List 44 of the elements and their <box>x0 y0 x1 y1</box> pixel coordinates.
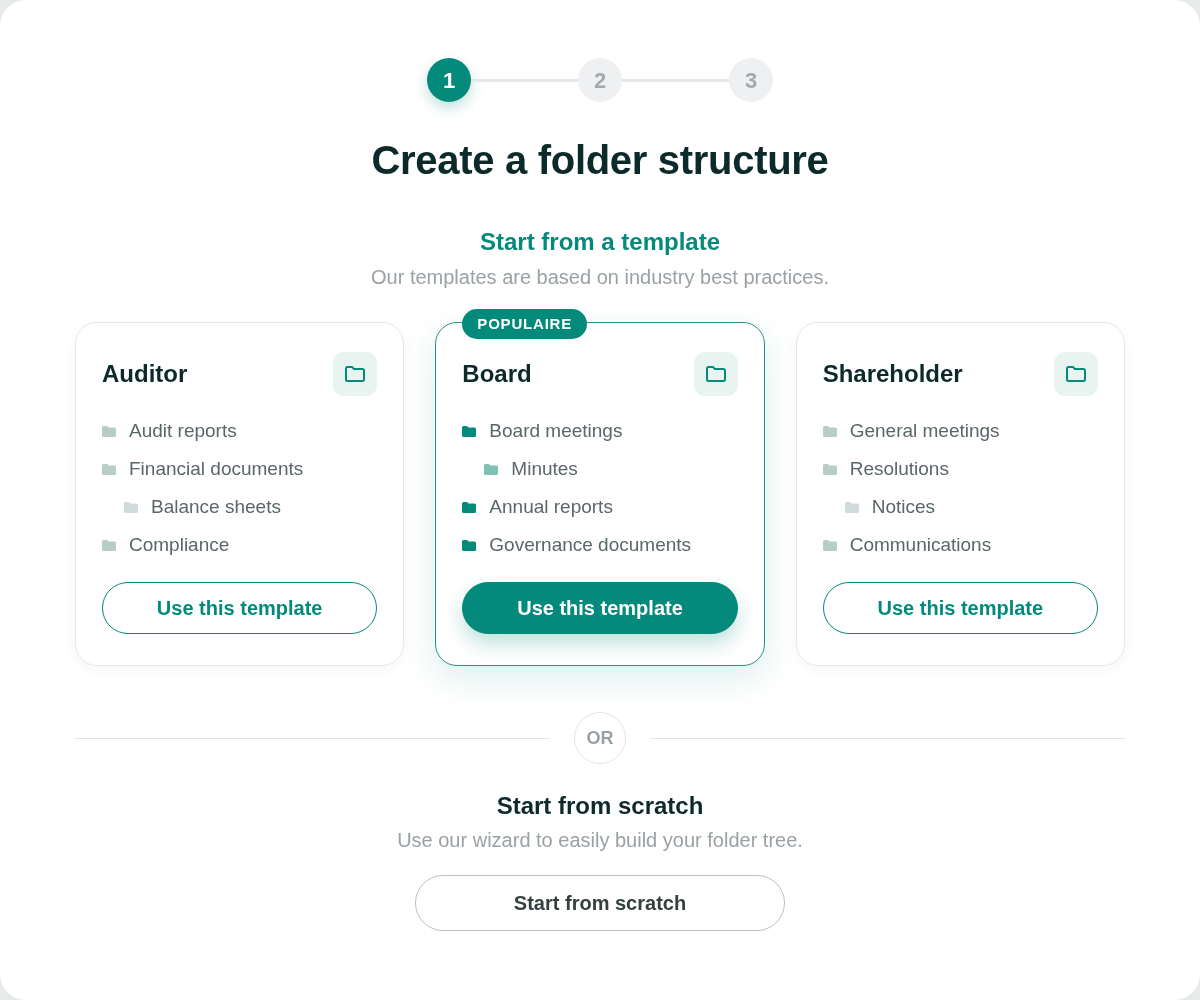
folder-icon <box>844 501 859 513</box>
folder-name: Communications <box>849 532 992 557</box>
step-indicator: 3 <box>729 58 773 102</box>
start-from-scratch-button[interactable]: Start from scratch <box>415 875 785 931</box>
folder-name: Annual reports <box>489 494 613 519</box>
template-title: Auditor <box>102 359 188 389</box>
folder-icon <box>462 539 477 551</box>
template-title: Shareholder <box>822 359 963 389</box>
folder-name: Board meetings <box>489 418 623 443</box>
folder-icon <box>1054 352 1098 396</box>
folder-name: Compliance <box>129 532 230 557</box>
folder-icon <box>484 463 499 475</box>
folder-icon <box>462 425 477 437</box>
step-indicator: 2 <box>578 58 622 102</box>
folder-name: Financial documents <box>129 456 304 481</box>
folder-name: Resolutions <box>849 456 949 481</box>
folder-name: Governance documents <box>489 532 692 557</box>
template-title: Board <box>462 359 532 389</box>
section-heading: Start from a template <box>478 227 722 257</box>
folder-icon <box>822 425 837 437</box>
use-template-button[interactable]: Use this template <box>462 582 738 634</box>
or-separator: OR <box>574 712 626 764</box>
section-subtitle: Our templates are based on industry best practices. <box>370 265 830 290</box>
folder-icon <box>102 425 116 437</box>
folder-icon <box>822 463 837 475</box>
section-heading: Start from scratch <box>495 791 705 821</box>
use-template-button[interactable]: Use this template <box>102 582 378 634</box>
section-subtitle: Use our wizard to easily build your folder tree. <box>396 828 804 853</box>
folder-icon <box>333 352 378 396</box>
folder-icon <box>693 352 738 396</box>
popular-badge: POPULAIRE <box>462 309 588 339</box>
folder-icon <box>102 463 116 475</box>
folder-icon <box>462 501 477 513</box>
page-title: Create a folder structure <box>370 137 830 184</box>
folder-name: Balance sheets <box>151 494 281 519</box>
folder-icon <box>124 501 138 513</box>
folder-icon <box>822 539 837 551</box>
folder-name: Audit reports <box>129 418 237 443</box>
folder-name: Minutes <box>511 456 578 481</box>
folder-name: Notices <box>871 494 935 519</box>
use-template-button[interactable]: Use this template <box>822 582 1098 634</box>
folder-icon <box>102 539 116 551</box>
folder-name: General meetings <box>849 418 1000 443</box>
step-indicator: 1 <box>427 58 471 102</box>
